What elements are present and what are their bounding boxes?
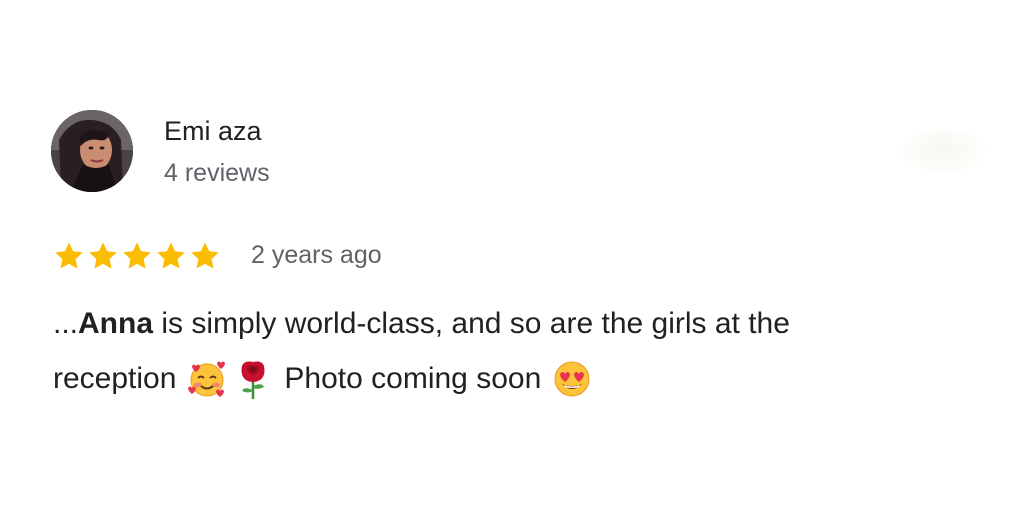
star-rating xyxy=(53,238,221,274)
review-text-line-1: ... Anna is simply world-class, and so ar… xyxy=(53,306,790,342)
review-timestamp: 2 years ago xyxy=(251,241,382,269)
star-icon xyxy=(123,242,151,269)
smiling-face-with-hearts-icon xyxy=(186,358,228,400)
review-ellipsis: ... xyxy=(53,307,79,340)
review-card: Emi aza 4 reviews 2 years ago ... Anna is… xyxy=(0,0,1024,512)
reviewer-name[interactable]: Emi aza xyxy=(164,115,262,147)
avatar-photo-icon xyxy=(51,110,133,192)
heart-eyes-face-icon xyxy=(551,358,593,400)
star-icon xyxy=(89,242,117,269)
review-text-line-2: reception Photo coming soon xyxy=(53,358,593,400)
review-highlighted-name: Anna xyxy=(78,307,154,340)
star-icon xyxy=(191,242,219,269)
review-text: is simply world-class, and so are the gi… xyxy=(153,307,790,340)
decorative-blob xyxy=(900,128,986,174)
reviewer-review-count[interactable]: 4 reviews xyxy=(164,158,270,188)
star-icon xyxy=(55,242,83,269)
reviewer-avatar[interactable] xyxy=(51,110,133,192)
review-text: reception xyxy=(53,362,177,395)
rose-icon xyxy=(232,358,274,400)
star-icon xyxy=(157,242,185,269)
review-text: Photo coming soon xyxy=(284,362,542,395)
